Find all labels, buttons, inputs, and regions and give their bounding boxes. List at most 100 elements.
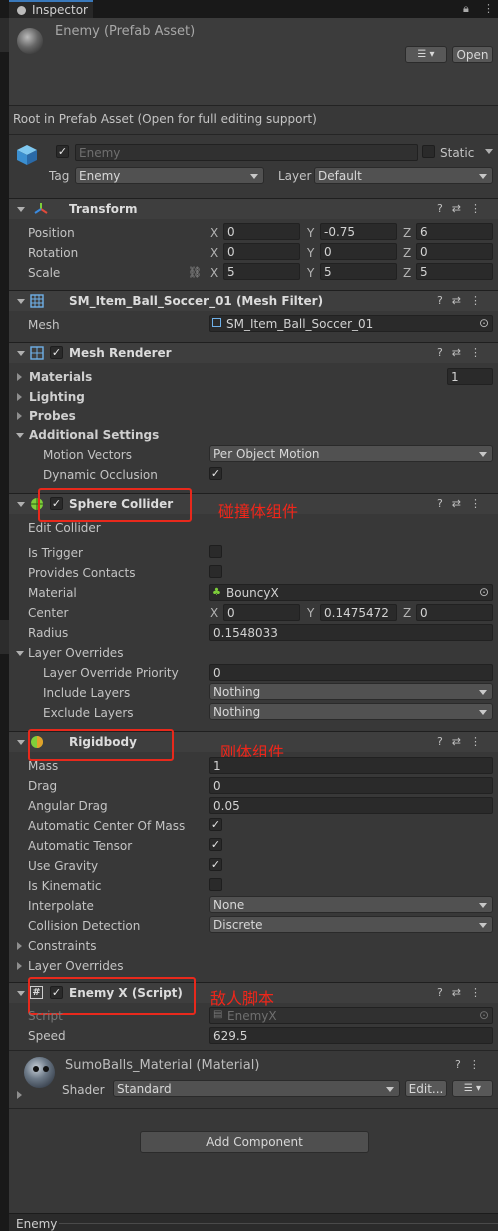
speed-field[interactable]: 629.5 <box>209 1027 493 1044</box>
foldout-arrow-icon[interactable] <box>17 299 25 304</box>
foldout-collapsed-icon[interactable] <box>17 393 22 401</box>
interpolate-dropdown[interactable]: None <box>209 896 493 913</box>
layer-dropdown[interactable]: Default <box>314 167 493 184</box>
position-y-field[interactable]: -0.75 <box>320 223 397 240</box>
include-layers-dropdown[interactable]: Nothing <box>209 683 493 700</box>
lighting-foldout[interactable]: Lighting <box>29 390 85 404</box>
transform-header[interactable]: Transform ?⇄⋮ <box>9 198 498 219</box>
link-icon[interactable]: ⛓ <box>188 266 202 279</box>
foldout-collapsed-icon[interactable] <box>17 412 22 420</box>
foldout-arrow-icon[interactable] <box>17 351 25 356</box>
position-z-field[interactable]: 6 <box>416 223 493 240</box>
angular-drag-label: Angular Drag <box>28 799 108 813</box>
tag-dropdown[interactable]: Enemy <box>75 167 264 184</box>
drag-field[interactable]: 0 <box>209 777 493 794</box>
component-header-icons[interactable]: ?⇄⋮ <box>437 735 490 748</box>
constraints-foldout[interactable]: Constraints <box>28 939 96 953</box>
component-header-icons[interactable]: ?⇄⋮ <box>437 294 490 307</box>
motion-vectors-dropdown[interactable]: Per Object Motion <box>209 445 493 462</box>
foldout-arrow-icon[interactable] <box>17 740 25 745</box>
probes-foldout[interactable]: Probes <box>29 409 76 423</box>
edit-shader-button[interactable]: Edit... <box>405 1080 447 1097</box>
shader-menu-dropdown[interactable]: ☰ ▾ <box>452 1080 493 1097</box>
layout-dropdown[interactable]: ☰ ▾ <box>405 46 447 63</box>
center-z-field[interactable]: 0 <box>416 604 493 621</box>
scale-x-field[interactable]: 5 <box>223 263 300 280</box>
rb-layer-overrides-foldout[interactable]: Layer Overrides <box>28 959 123 973</box>
active-checkbox[interactable]: ✓ <box>56 145 69 158</box>
component-header-icons[interactable]: ?⇄⋮ <box>437 346 490 359</box>
rotation-x-field[interactable]: 0 <box>223 243 300 260</box>
position-x-field[interactable]: 0 <box>223 223 300 240</box>
center-x-field[interactable]: 0 <box>223 604 300 621</box>
additional-settings-foldout[interactable]: Additional Settings <box>29 428 159 442</box>
dock-marker <box>0 620 9 654</box>
materials-foldout[interactable]: Materials <box>29 370 92 384</box>
edit-collider-button[interactable]: Edit Collider <box>28 521 101 535</box>
foldout-expanded-icon[interactable] <box>16 651 24 656</box>
mesh-field[interactable]: SM_Item_Ball_Soccer_01 <box>209 315 493 332</box>
script-file-icon: ▤ <box>213 1009 223 1020</box>
axis-x-label: X <box>210 226 219 240</box>
foldout-collapsed-icon[interactable] <box>17 962 22 970</box>
angular-drag-field[interactable]: 0.05 <box>209 797 493 814</box>
use-gravity-checkbox[interactable]: ✓ <box>209 858 222 871</box>
provides-contacts-checkbox[interactable] <box>209 565 222 578</box>
rotation-z-field[interactable]: 0 <box>416 243 493 260</box>
is-kinematic-label: Is Kinematic <box>28 879 102 893</box>
more-menu-icon[interactable]: ⋮ <box>483 2 494 15</box>
auto-tensor-checkbox[interactable]: ✓ <box>209 838 222 851</box>
object-picker-icon[interactable]: ⊙ <box>479 585 489 599</box>
auto-center-of-mass-checkbox[interactable]: ✓ <box>209 818 222 831</box>
mesh-filter-header[interactable]: SM_Item_Ball_Soccer_01 (Mesh Filter) ?⇄⋮ <box>9 290 498 311</box>
add-component-button[interactable]: Add Component <box>140 1131 369 1153</box>
foldout-arrow-icon[interactable] <box>17 207 25 212</box>
divider <box>9 134 498 135</box>
foldout-arrow-icon[interactable] <box>17 502 25 507</box>
foldout-collapsed-icon[interactable] <box>17 1091 22 1099</box>
mass-label: Mass <box>28 759 59 773</box>
component-header-icons[interactable]: ?⇄⋮ <box>437 986 490 999</box>
tab-inspector[interactable]: Inspector <box>9 0 93 18</box>
center-y-field[interactable]: 0.1475472 <box>320 604 397 621</box>
chevron-down-icon <box>479 923 487 928</box>
gameobject-cube-icon <box>16 144 38 169</box>
component-header-icons[interactable]: ?⇄⋮ <box>437 497 490 510</box>
speed-label: Speed <box>28 1029 66 1043</box>
foldout-expanded-icon[interactable] <box>16 433 24 438</box>
include-layers-value: Nothing <box>213 684 261 699</box>
mass-field[interactable]: 1 <box>209 757 493 774</box>
mesh-renderer-header[interactable]: ✓ Mesh Renderer ?⇄⋮ <box>9 342 498 363</box>
auto-center-of-mass-label: Automatic Center Of Mass <box>28 819 186 833</box>
shader-dropdown[interactable]: Standard <box>113 1080 400 1097</box>
foldout-collapsed-icon[interactable] <box>17 373 22 381</box>
divider <box>9 1050 498 1051</box>
is-kinematic-checkbox[interactable] <box>209 878 222 891</box>
foldout-arrow-icon[interactable] <box>17 991 25 996</box>
dynamic-occlusion-checkbox[interactable]: ✓ <box>209 467 222 480</box>
foldout-collapsed-icon[interactable] <box>17 942 22 950</box>
collision-detection-dropdown[interactable]: Discrete <box>209 916 493 933</box>
gameobject-name-field[interactable]: Enemy <box>75 144 418 161</box>
material-preview-eye <box>33 1066 39 1072</box>
is-trigger-checkbox[interactable] <box>209 545 222 558</box>
radius-field[interactable]: 0.1548033 <box>209 624 493 641</box>
interpolate-value: None <box>213 897 245 912</box>
open-button[interactable]: Open <box>452 46 493 63</box>
exclude-layers-dropdown[interactable]: Nothing <box>209 703 493 720</box>
material-header-icons[interactable]: ?⋮ <box>455 1058 488 1071</box>
object-picker-icon[interactable]: ⊙ <box>479 316 489 330</box>
mesh-renderer-enabled-checkbox[interactable]: ✓ <box>50 346 63 359</box>
lock-icon[interactable]: 🔒︎ <box>463 2 469 16</box>
chevron-down-icon <box>479 710 487 715</box>
layer-overrides-foldout[interactable]: Layer Overrides <box>28 646 123 660</box>
static-dropdown-icon[interactable] <box>485 149 493 154</box>
scale-y-field[interactable]: 5 <box>320 263 397 280</box>
rotation-y-field[interactable]: 0 <box>320 243 397 260</box>
scale-z-field[interactable]: 5 <box>416 263 493 280</box>
materials-size-field[interactable]: 1 <box>447 368 493 385</box>
static-checkbox[interactable] <box>422 145 435 158</box>
layer-override-priority-field[interactable]: 0 <box>209 664 493 681</box>
physic-material-field[interactable]: BouncyX <box>209 584 493 601</box>
component-header-icons[interactable]: ?⇄⋮ <box>437 202 490 215</box>
